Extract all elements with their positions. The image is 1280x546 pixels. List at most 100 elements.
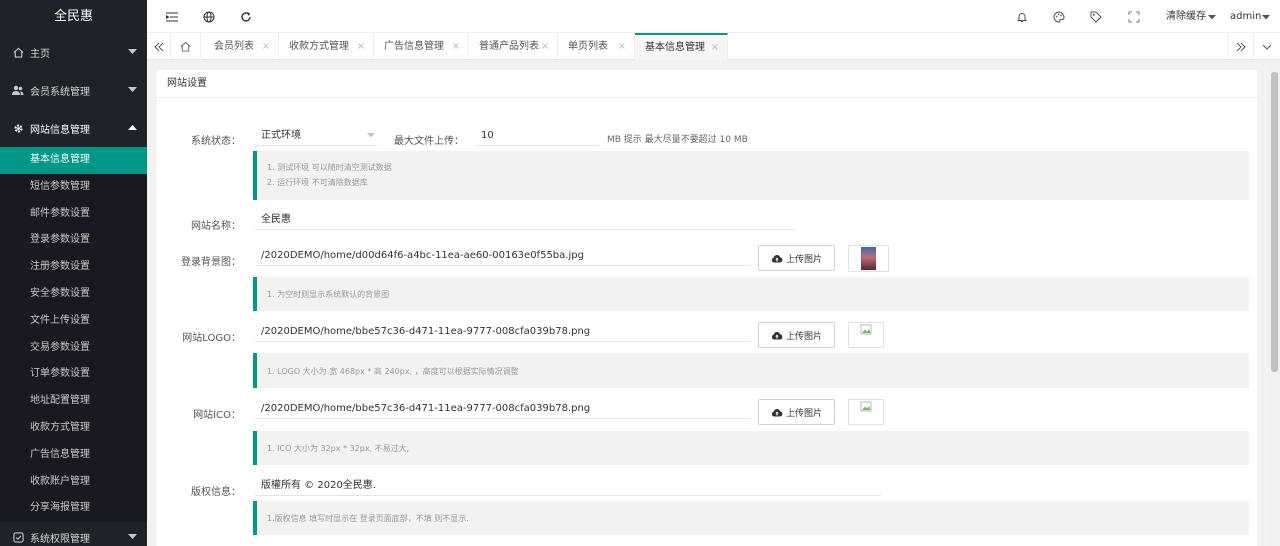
sidebar-subitem[interactable]: 地址配置管理 <box>0 388 147 415</box>
tab-close-icon[interactable]: × <box>357 33 365 60</box>
sidebar-item-member[interactable]: 会员系统管理 <box>0 71 147 109</box>
copyright-input[interactable]: 版權所有 © 2020全民惠. <box>255 476 881 496</box>
sidebar-subitem[interactable]: 交易参数设置 <box>0 335 147 362</box>
max-upload-input[interactable]: 10 <box>475 126 599 146</box>
tab-close-icon[interactable]: × <box>711 35 719 60</box>
logo-hint: 1. LOGO 大小为 宽 468px * 高 240px, ，高度可以根据实际… <box>253 353 1249 388</box>
sidebar-subitem[interactable]: 收款方式管理 <box>0 415 147 442</box>
sidebar-item-site[interactable]: 网站信息管理 <box>0 109 147 147</box>
sidebar-subitem[interactable]: 注册参数设置 <box>0 254 147 281</box>
sidebar-subitem[interactable]: 短信参数管理 <box>0 174 147 201</box>
ico-label: 网站ICO： <box>193 410 241 421</box>
chevron-down-icon <box>1262 44 1272 50</box>
sidebar-item-home[interactable]: 主页 <box>0 33 147 71</box>
site-name-label: 网站名称： <box>191 221 241 232</box>
sidebar: 全民惠 主页 会员系统管理 网站信息管理 基本信息管理 短信参数管理 邮件参数设… <box>0 0 147 546</box>
bg-preview-image <box>861 247 876 270</box>
refresh-icon[interactable] <box>239 10 253 24</box>
bg-image-input[interactable]: /2020DEMO/home/d00d64f6-a4bc-11ea-ae60-0… <box>255 246 751 266</box>
page-scrollbar[interactable] <box>1269 60 1280 546</box>
scrollbar-thumb[interactable] <box>1271 72 1278 372</box>
fullscreen-icon[interactable] <box>1127 10 1141 24</box>
tabs-menu-button[interactable] <box>1253 33 1280 60</box>
max-upload-label: 最大文件上传： <box>394 136 464 147</box>
status-selected-value: 正式环境 <box>261 130 301 141</box>
tag-icon[interactable] <box>1089 10 1103 24</box>
sidebar-item-label: 网站信息管理 <box>30 124 90 136</box>
settings-card: 网站设置 系统状态： 正式环境 最大文件上传： 10 MB 提示 最大尽量不要超… <box>157 70 1257 546</box>
bg-image-preview[interactable] <box>848 245 889 272</box>
caret-up-icon <box>128 125 137 131</box>
home-icon <box>180 41 191 52</box>
clear-cache-label: 清除缓存 <box>1166 11 1206 22</box>
tab-close-icon[interactable]: × <box>541 33 549 60</box>
logo-input[interactable]: /2020DEMO/home/bbe57c36-d471-11ea-9777-0… <box>255 322 751 342</box>
upload-button-label: 上传图片 <box>785 331 822 342</box>
tab-bar: 会员列表 × 收款方式管理 × 广告信息管理 × 普通产品列表 × 单页列表 ×… <box>147 33 1280 60</box>
site-name-input[interactable]: 全民惠 <box>255 210 795 230</box>
user-menu[interactable]: admin <box>1230 0 1261 33</box>
tab-ad-info[interactable]: 广告信息管理 × <box>374 33 469 60</box>
copyright-value: 版權所有 © 2020全民惠. <box>261 480 376 491</box>
hint-line: 1. 为空时则显示系统默认的背景图 <box>267 290 390 299</box>
bell-icon[interactable] <box>1015 10 1029 24</box>
section-title: 网站设置 <box>157 70 1257 98</box>
sidebar-item-label: 主页 <box>30 48 50 60</box>
double-chevron-left-icon <box>153 42 163 51</box>
caret-down-icon <box>128 49 137 55</box>
tab-payment-methods[interactable]: 收款方式管理 × <box>279 33 374 60</box>
tab-basic-info[interactable]: 基本信息管理 × <box>635 33 728 60</box>
sidebar-subitem[interactable]: 分享海报管理 <box>0 495 147 522</box>
ico-value: /2020DEMO/home/bbe57c36-d471-11ea-9777-0… <box>261 403 591 414</box>
status-select[interactable]: 正式环境 <box>255 126 377 146</box>
sidebar-submenu: 基本信息管理 短信参数管理 邮件参数设置 登录参数设置 注册参数设置 安全参数设… <box>0 147 147 523</box>
hint-line: 2. 运行环境 不可清除数据库 <box>267 178 368 187</box>
sidebar-subitem[interactable]: 收款账户管理 <box>0 469 147 496</box>
sidebar-item-permission[interactable]: 系统权限管理 <box>0 522 147 546</box>
hint-line: 1. 测试环境 可以随时清空测试数据 <box>267 163 392 172</box>
copyright-hint: 1.版权信息 填写时显示在 登录页面底部，不填 则不显示. <box>253 501 1249 535</box>
sidebar-subitem[interactable]: 邮件参数设置 <box>0 201 147 228</box>
palette-icon[interactable] <box>1052 10 1066 24</box>
tab-close-icon[interactable]: × <box>618 33 626 60</box>
tab-close-icon[interactable]: × <box>452 33 460 60</box>
logo-value: /2020DEMO/home/bbe57c36-d471-11ea-9777-0… <box>261 326 591 337</box>
broken-image-icon <box>860 401 872 412</box>
sidebar-item-label: 会员系统管理 <box>30 86 90 98</box>
bg-image-value: /2020DEMO/home/d00d64f6-a4bc-11ea-ae60-0… <box>261 250 584 261</box>
max-upload-value: 10 <box>481 130 494 141</box>
ico-upload-button[interactable]: 上传图片 <box>758 399 835 425</box>
cloud-upload-icon <box>771 331 783 340</box>
caret-down-icon <box>1259 10 1273 24</box>
tabs-scroll-right-button[interactable] <box>1228 33 1252 60</box>
sidebar-subitem[interactable]: 订单参数设置 <box>0 361 147 388</box>
tab-products[interactable]: 普通产品列表 × <box>469 33 558 60</box>
bg-upload-button[interactable]: 上传图片 <box>758 245 835 271</box>
tab-label: 会员列表 <box>214 41 254 52</box>
tab-label: 收款方式管理 <box>289 41 349 52</box>
globe-icon[interactable] <box>202 10 216 24</box>
sidebar-item-label: 系统权限管理 <box>30 533 90 545</box>
logo-preview[interactable] <box>848 322 884 348</box>
tab-single-pages[interactable]: 单页列表 × <box>558 33 635 60</box>
tabs-scroll-left-button[interactable] <box>147 33 171 60</box>
ico-input[interactable]: /2020DEMO/home/bbe57c36-d471-11ea-9777-0… <box>255 399 751 419</box>
sidebar-subitem[interactable]: 基本信息管理 <box>0 147 147 174</box>
clear-cache-dropdown[interactable]: 清除缓存 <box>1166 0 1206 33</box>
sidebar-subitem[interactable]: 文件上传设置 <box>0 308 147 335</box>
tab-label: 广告信息管理 <box>384 41 444 52</box>
ico-preview[interactable] <box>848 399 884 425</box>
hint-line: 1. LOGO 大小为 宽 468px * 高 240px, ，高度可以根据实际… <box>267 367 519 376</box>
sidebar-subitem[interactable]: 广告信息管理 <box>0 442 147 469</box>
tab-close-icon[interactable]: × <box>262 33 270 60</box>
tab-home[interactable] <box>171 33 201 60</box>
menu-toggle-icon[interactable] <box>165 10 179 24</box>
sidebar-subitem[interactable]: 安全参数设置 <box>0 281 147 308</box>
caret-down-icon <box>1205 10 1219 24</box>
tab-member-list[interactable]: 会员列表 × <box>204 33 279 60</box>
caret-down-icon <box>128 87 137 93</box>
copyright-label: 版权信息： <box>191 487 241 498</box>
users-icon <box>12 84 24 96</box>
logo-upload-button[interactable]: 上传图片 <box>758 322 835 348</box>
sidebar-subitem[interactable]: 登录参数设置 <box>0 227 147 254</box>
